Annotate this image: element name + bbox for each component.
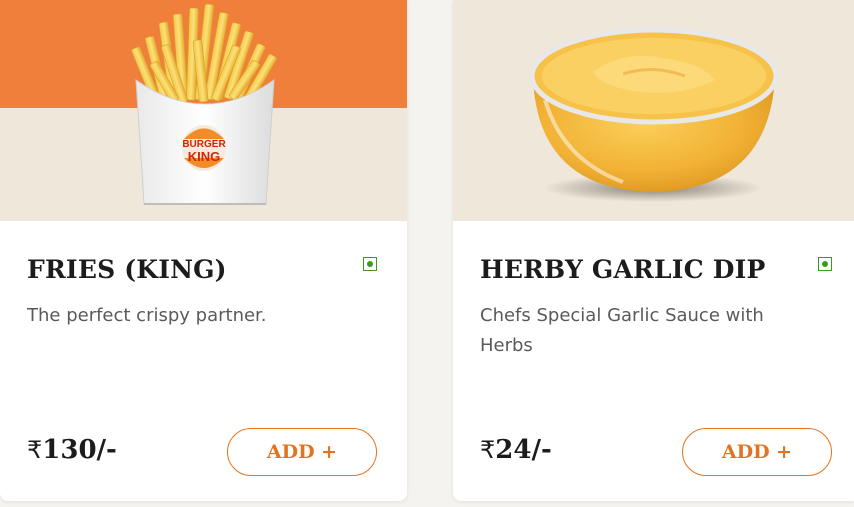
fries-illustration: BURGER KING [131,3,277,205]
price-value: 24/- [495,435,552,465]
card-body: FRIES (KING) The perfect crispy partner.… [0,221,407,501]
item-description: The perfect crispy partner. [27,305,267,326]
veg-indicator-icon [363,257,377,271]
add-to-cart-button[interactable]: ADD + [227,428,377,476]
item-title: HERBY GARLIC DIP [480,255,766,284]
svg-text:KING: KING [188,149,221,164]
dip-bowl-illustration [529,27,779,202]
currency-symbol: ₹ [27,436,43,464]
product-image-fries: BURGER KING [0,0,407,221]
menu-grid: BURGER KING FRIES (KING) The perfect cri… [0,0,854,507]
menu-card-garlic-dip[interactable]: HERBY GARLIC DIP Chefs Special Garlic Sa… [453,0,854,501]
menu-card-fries[interactable]: BURGER KING FRIES (KING) The perfect cri… [0,0,407,501]
add-to-cart-button[interactable]: ADD + [682,428,832,476]
price-value: 130/- [42,435,117,465]
item-price: ₹24/- [480,435,552,465]
product-image-dip [453,0,854,221]
veg-indicator-icon [818,257,832,271]
card-body: HERBY GARLIC DIP Chefs Special Garlic Sa… [453,221,854,501]
item-description: Chefs Special Garlic Sauce with Herbs [480,305,764,356]
item-title: FRIES (KING) [27,255,227,284]
item-price: ₹130/- [27,435,117,465]
currency-symbol: ₹ [480,436,496,464]
